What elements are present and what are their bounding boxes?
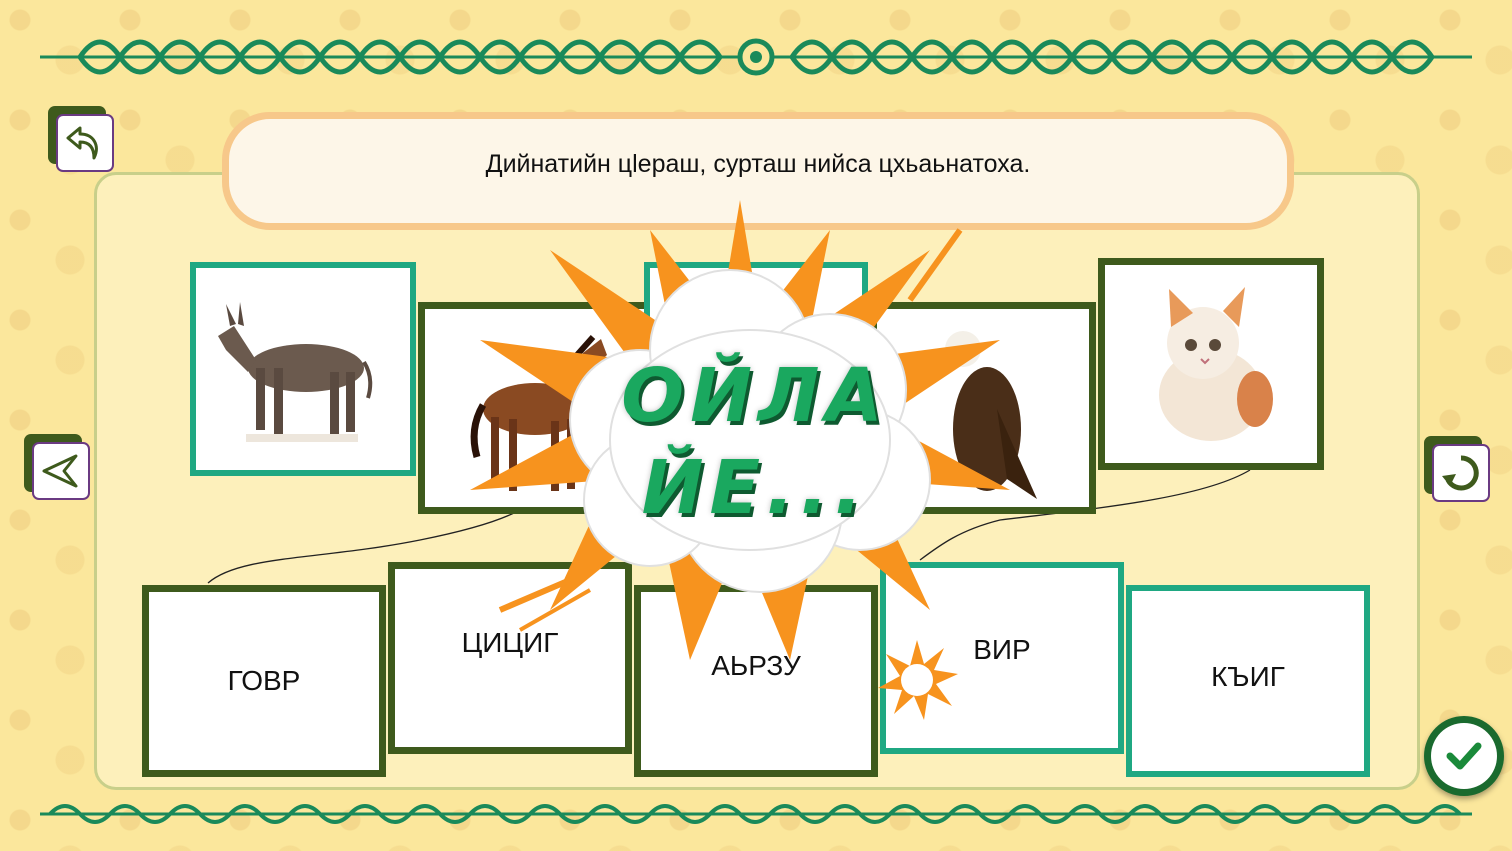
donkey-card[interactable]: [190, 262, 416, 476]
kitten-image: [1159, 287, 1273, 441]
kitten-card[interactable]: [1098, 258, 1324, 470]
donkey-image: [218, 302, 373, 442]
overlay-line: ОЙЛА: [621, 353, 889, 439]
check-icon: [1446, 742, 1482, 770]
overlay-message: ОЙЛА ЙЕ...: [560, 350, 950, 534]
back-arrow-icon: [66, 126, 98, 160]
word-label: КЪИГ: [1211, 661, 1285, 692]
navigate-left-icon: [42, 454, 78, 488]
prev-button[interactable]: [32, 442, 90, 500]
check-button-face: [1431, 723, 1497, 789]
overlay-line: ЙЕ...: [641, 445, 869, 531]
word-card[interactable]: КЪИГ: [1126, 585, 1370, 777]
reset-icon: [1442, 455, 1479, 491]
word-label: ГОВР: [227, 665, 301, 696]
top-ornament: [40, 38, 1472, 76]
word-card[interactable]: ГОВР: [142, 585, 386, 777]
bottom-ornament: [40, 804, 1472, 824]
instruction-text: Дийнатийн цlераш, сурташ нийса цхьаьнато…: [485, 149, 1031, 178]
back-button[interactable]: [56, 114, 114, 172]
reset-button[interactable]: [1432, 444, 1490, 502]
check-button[interactable]: [1424, 716, 1504, 796]
